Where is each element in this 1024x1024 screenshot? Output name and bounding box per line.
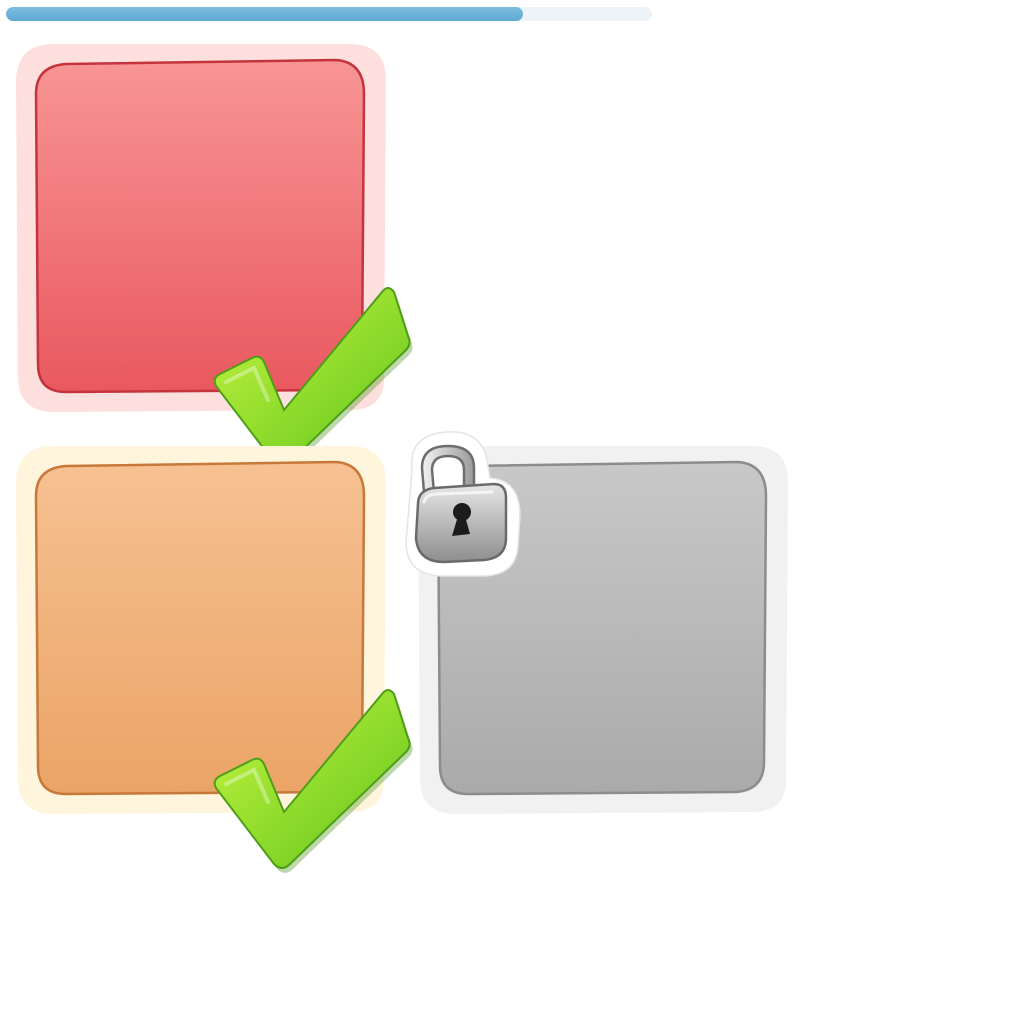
level-tile-3[interactable] xyxy=(405,431,788,816)
checkmark-icon xyxy=(213,689,413,873)
level-tile-2[interactable] xyxy=(14,444,413,873)
level-progress-bar xyxy=(6,7,652,21)
padlock-icon xyxy=(405,431,521,577)
level-progress-fill xyxy=(6,7,523,21)
level-select-screen xyxy=(0,0,1024,1024)
level-tile-1[interactable] xyxy=(14,42,413,471)
